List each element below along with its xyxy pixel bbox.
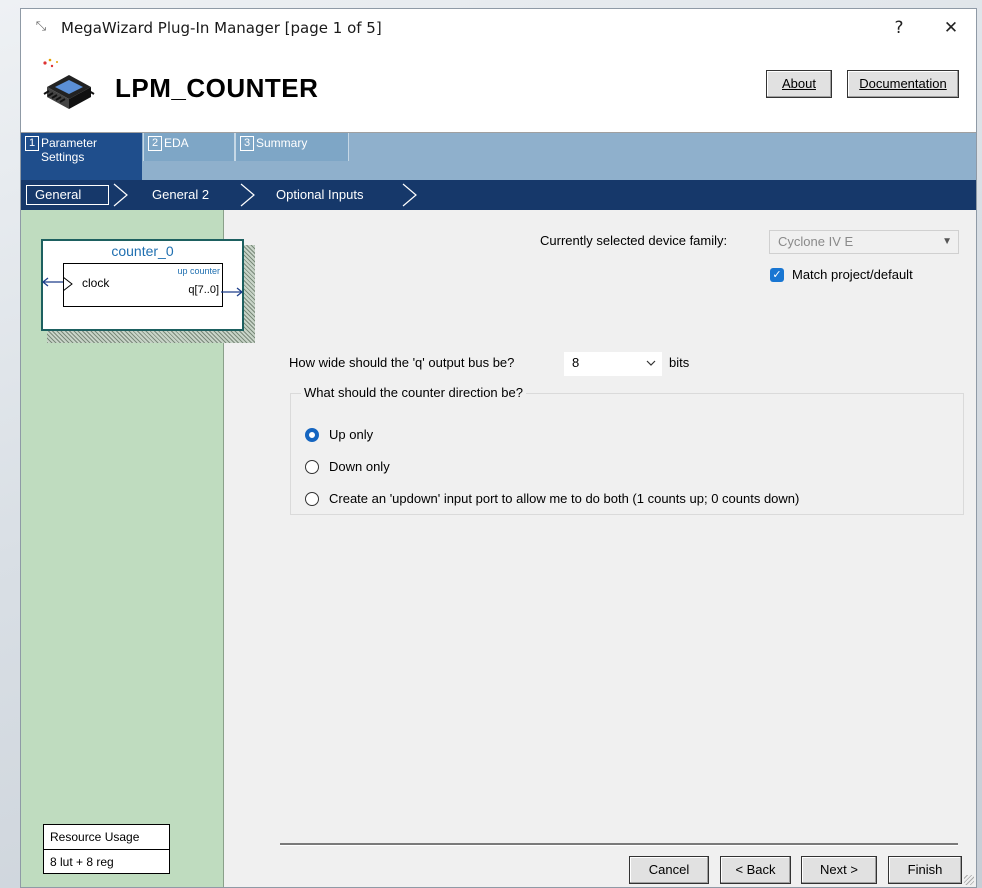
radio-updown-port-label[interactable]: Create an 'updown' input port to allow m… (329, 491, 799, 506)
resource-usage-box: Resource Usage 8 lut + 8 reg (43, 824, 170, 874)
radio-down-only[interactable] (305, 460, 319, 474)
bus-width-select[interactable]: 8 (564, 352, 662, 376)
about-button[interactable]: About (766, 70, 832, 98)
subnav-general-2[interactable]: General 2 (152, 185, 209, 205)
device-family-value: Cyclone IV E (778, 234, 854, 249)
clock-edge-icon (63, 276, 73, 292)
title-bar: ⤡ MegaWizard Plug-In Manager [page 1 of … (21, 9, 976, 47)
subpage-nav: General General 2 Optional Inputs (21, 180, 976, 210)
counter-symbol: counter_0 clock up counter q[7..0] (41, 239, 255, 343)
tab-number: 3 (240, 136, 254, 151)
chevron-right-icon (113, 183, 128, 207)
symbol-output-port: q[7..0] (188, 284, 219, 296)
chevron-right-icon (240, 183, 255, 207)
chevron-right-icon (402, 183, 417, 207)
tab-label: EDA (164, 136, 189, 150)
next-button[interactable]: Next > (801, 856, 877, 884)
direction-group-legend: What should the counter direction be? (301, 385, 526, 400)
radio-updown-port[interactable] (305, 492, 319, 506)
tab-summary[interactable]: 3 Summary (235, 133, 349, 161)
subnav-general[interactable]: General (26, 185, 109, 205)
radio-up-only[interactable] (305, 428, 319, 442)
symbol-body: clock up counter q[7..0] (63, 263, 223, 307)
symbol-preview-pane: counter_0 clock up counter q[7..0] Resou… (21, 210, 255, 887)
bus-width-question: How wide should the 'q' output bus be? (289, 355, 515, 370)
about-button-label: About (782, 76, 816, 91)
tab-number: 2 (148, 136, 162, 151)
wizard-app-icon: ⤡ (35, 18, 47, 33)
wizard-window: ⤡ MegaWizard Plug-In Manager [page 1 of … (20, 8, 977, 888)
symbol-instance-name: counter_0 (111, 243, 174, 259)
device-family-select: Cyclone IV E ▼ (769, 230, 959, 254)
subnav-optional-inputs[interactable]: Optional Inputs (276, 185, 363, 205)
dropdown-arrow-icon: ▼ (942, 236, 952, 247)
bus-width-unit: bits (669, 355, 690, 370)
close-button[interactable]: ✕ (934, 13, 968, 43)
bus-width-value: 8 (572, 355, 580, 370)
chip-icon (43, 58, 95, 109)
megafunction-title: LPM_COUNTER (115, 73, 319, 103)
input-arrow-icon (41, 277, 63, 287)
parameter-panel: Currently selected device family: Cyclon… (224, 210, 976, 887)
help-button[interactable]: ? (882, 13, 916, 43)
finish-button[interactable]: Finish (888, 856, 962, 884)
device-family-label: Currently selected device family: (540, 233, 728, 248)
radio-down-only-label[interactable]: Down only (329, 459, 390, 474)
page-tabs: 1 Parameter Settings 2 EDA 3 Summary (21, 133, 976, 180)
tab-eda[interactable]: 2 EDA (143, 133, 235, 161)
match-project-checkbox[interactable]: ✓ (770, 268, 784, 282)
symbol-type-label: up counter (177, 266, 220, 276)
symbol-box: counter_0 clock up counter q[7..0] (41, 239, 244, 331)
tab-parameter-settings[interactable]: 1 Parameter Settings (21, 133, 142, 180)
tab-label: Summary (256, 136, 308, 150)
resize-grip[interactable] (964, 875, 974, 885)
symbol-input-port: clock (82, 276, 110, 290)
documentation-button-label: Documentation (859, 76, 947, 91)
resource-usage-value: 8 lut + 8 reg (50, 855, 114, 869)
button-separator (280, 843, 958, 846)
window-title: MegaWizard Plug-In Manager [page 1 of 5] (61, 19, 382, 37)
tab-number: 1 (25, 136, 39, 151)
chevron-down-icon (646, 360, 656, 366)
resource-usage-heading: Resource Usage (44, 825, 169, 850)
tab-label: Parameter Settings (41, 136, 98, 164)
radio-up-only-label[interactable]: Up only (329, 427, 373, 442)
documentation-button[interactable]: Documentation (847, 70, 959, 98)
back-button[interactable]: < Back (720, 856, 791, 884)
match-project-label: Match project/default (792, 267, 913, 282)
cancel-button[interactable]: Cancel (629, 856, 709, 884)
megafunction-banner: LPM_COUNTER About Documentation (21, 47, 976, 133)
